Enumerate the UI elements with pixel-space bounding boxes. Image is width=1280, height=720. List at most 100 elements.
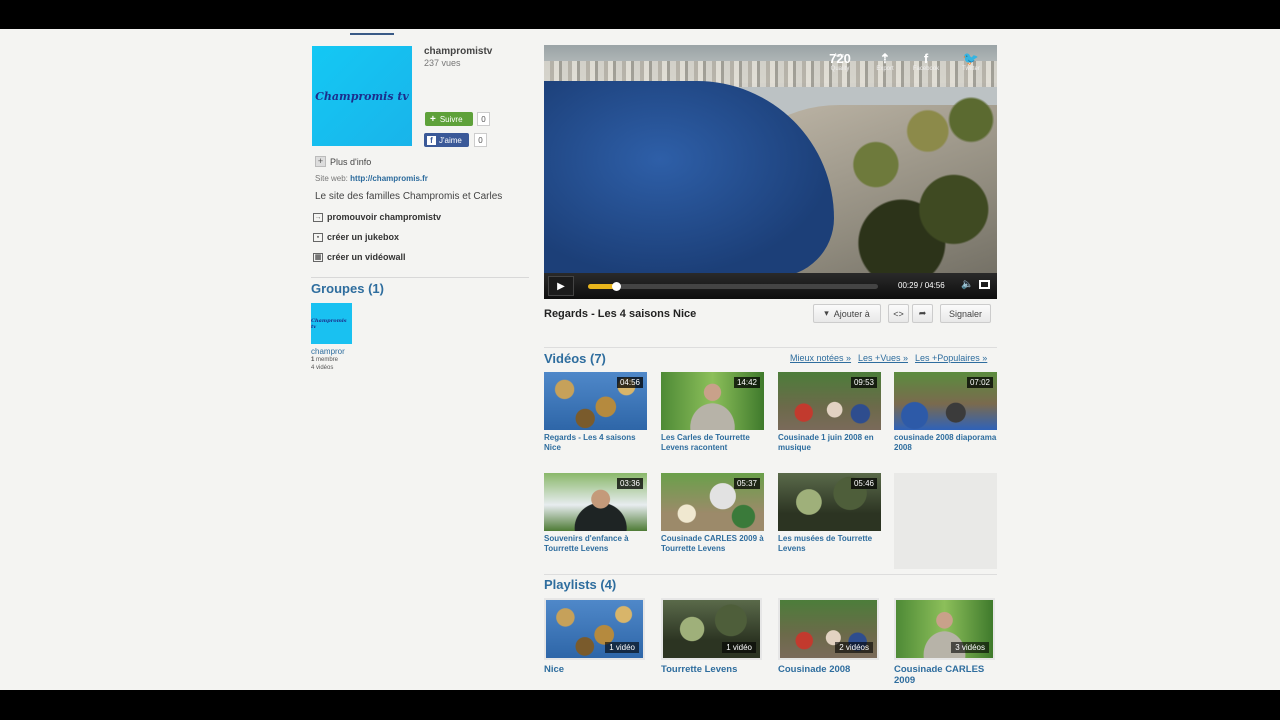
embed-icon: <>: [893, 308, 904, 319]
sort-most-viewed-link[interactable]: Les +Vues »: [858, 353, 908, 363]
promote-icon: →: [313, 212, 323, 222]
playlist-count: 1 vidéo: [605, 642, 639, 653]
play-icon: ▶: [557, 280, 565, 292]
facebook-label: Facebook: [912, 66, 940, 72]
report-button[interactable]: Signaler: [940, 304, 991, 323]
video-caption[interactable]: Regards - Les 4 saisons Nice: [544, 433, 648, 452]
sort-links: Mieux notées » Les +Vues » Les +Populair…: [790, 353, 987, 363]
playlist-card[interactable]: 2 vidéos Cousinade 2008: [778, 598, 882, 675]
video-card[interactable]: 09:53 Cousinade 1 juin 2008 en musique: [778, 372, 882, 452]
follow-button[interactable]: + Suivre: [425, 112, 473, 126]
playlist-thumbnail[interactable]: 3 vidéos: [894, 598, 995, 660]
playlist-caption[interactable]: Cousinade 2008: [778, 664, 882, 675]
video-caption[interactable]: cousinade 2008 diaporama 2008: [894, 433, 998, 452]
embed-button[interactable]: <>: [888, 304, 909, 323]
fullscreen-icon[interactable]: [979, 280, 990, 289]
jukebox-icon: ▪: [313, 232, 323, 242]
add-to-button[interactable]: ▾ Ajouter à: [813, 304, 881, 323]
video-thumbnail[interactable]: 07:02: [894, 372, 997, 430]
video-frame-sea: [544, 81, 834, 277]
group-members-label: membre: [316, 357, 339, 363]
progress-bar[interactable]: [588, 282, 878, 291]
more-info-label: Plus d'info: [330, 156, 372, 167]
group-name[interactable]: champror: [311, 347, 345, 356]
progress-handle[interactable]: [612, 282, 622, 291]
group-thumbnail[interactable]: Champromis tv: [311, 303, 352, 344]
video-duration: 05:46: [850, 478, 877, 489]
group-members: 1 membre: [311, 357, 338, 363]
chevron-down-icon: ▾: [824, 308, 829, 318]
video-player[interactable]: Auto 720 Quality ⇡ Export f Facebook 🐦 T…: [544, 45, 997, 299]
group-videos: 4 vidéos: [311, 365, 334, 371]
like-label: J'aime: [439, 135, 462, 145]
time-display: 00:29 / 04:56: [898, 281, 945, 290]
promote-channel-link[interactable]: → promouvoir champromistv: [313, 212, 441, 222]
video-card[interactable]: 05:37 Cousinade CARLES 2009 à Tourrette …: [661, 473, 765, 553]
quality-icon: 720: [829, 51, 851, 66]
sort-best-rated-link[interactable]: Mieux notées »: [790, 353, 851, 363]
video-caption[interactable]: Souvenirs d'enfance à Tourrette Levens: [544, 534, 648, 553]
playlist-thumbnail[interactable]: 1 vidéo: [544, 598, 645, 660]
video-thumbnail[interactable]: 05:46: [778, 473, 881, 531]
website-label: Site web:: [315, 174, 348, 183]
video-caption[interactable]: Les Carles de Tourrette Levens racontent: [661, 433, 765, 452]
videowall-label: créer un vidéowall: [327, 252, 406, 262]
video-card[interactable]: 05:46 Les musées de Tourrette Levens: [778, 473, 882, 553]
playlist-caption[interactable]: Cousinade CARLES 2009: [894, 664, 998, 686]
sort-most-popular-link[interactable]: Les +Populaires »: [915, 353, 987, 363]
playlist-caption[interactable]: Nice: [544, 664, 648, 675]
video-thumbnail[interactable]: 03:36: [544, 473, 647, 531]
playlist-thumbnail[interactable]: 1 vidéo: [661, 598, 762, 660]
playlist-card[interactable]: 3 vidéos Cousinade CARLES 2009: [894, 598, 998, 686]
video-caption[interactable]: Cousinade CARLES 2009 à Tourrette Levens: [661, 534, 765, 553]
active-tab-indicator: [350, 33, 394, 35]
more-info-toggle[interactable]: + Plus d'info: [315, 156, 371, 167]
share-button[interactable]: ➦: [912, 304, 933, 323]
video-duration: 04:56: [616, 377, 643, 388]
divider: [544, 347, 997, 348]
twitter-label: Twitter: [962, 66, 980, 72]
create-jukebox-link[interactable]: ▪ créer un jukebox: [313, 232, 399, 242]
video-caption[interactable]: Les musées de Tourrette Levens: [778, 534, 882, 553]
playlist-caption[interactable]: Tourrette Levens: [661, 664, 765, 675]
create-videowall-link[interactable]: ▦ créer un vidéowall: [313, 252, 406, 262]
facebook-like-button[interactable]: f J'aime: [424, 133, 469, 147]
video-thumbnail[interactable]: 14:42: [661, 372, 764, 430]
video-caption[interactable]: Cousinade 1 juin 2008 en musique: [778, 433, 882, 452]
video-thumbnail[interactable]: 09:53: [778, 372, 881, 430]
website-link[interactable]: http://champromis.fr: [350, 174, 428, 183]
twitter-icon: 🐦: [962, 51, 980, 66]
video-card[interactable]: 04:56 Regards - Les 4 saisons Nice: [544, 372, 648, 452]
quality-label: Quality: [830, 66, 850, 72]
groups-title: Groupes (1): [311, 281, 384, 296]
video-card[interactable]: 14:42 Les Carles de Tourrette Levens rac…: [661, 372, 765, 452]
twitter-share-button[interactable]: 🐦 Twitter: [954, 51, 988, 72]
play-button[interactable]: ▶: [548, 276, 574, 296]
video-thumbnail[interactable]: 04:56: [544, 372, 647, 430]
playlist-count: 1 vidéo: [722, 642, 756, 653]
follow-label: Suivre: [439, 114, 463, 124]
video-card[interactable]: 03:36 Souvenirs d'enfance à Tourrette Le…: [544, 473, 648, 553]
player-controls: ▶ 00:29 / 04:56 🔈: [544, 273, 997, 299]
channel-name[interactable]: champromistv: [424, 46, 492, 57]
playlist-card[interactable]: 1 vidéo Tourrette Levens: [661, 598, 765, 675]
page: Champromis tv champromistv 237 vues + Su…: [0, 29, 1280, 690]
video-card[interactable]: 07:02 cousinade 2008 diaporama 2008: [894, 372, 998, 452]
playlist-thumbnail[interactable]: 2 vidéos: [778, 598, 879, 660]
video-duration: 07:02: [966, 377, 993, 388]
playlist-card[interactable]: 1 vidéo Nice: [544, 598, 648, 675]
like-count: 0: [474, 133, 487, 147]
video-duration: 09:53: [850, 377, 877, 388]
video-frame-tree: [824, 75, 997, 299]
facebook-share-button[interactable]: f Facebook: [909, 51, 943, 72]
video-thumbnail[interactable]: 05:37: [661, 473, 764, 531]
channel-avatar[interactable]: Champromis tv: [312, 46, 412, 146]
volume-icon[interactable]: 🔈: [961, 279, 973, 290]
export-icon: ⇡: [879, 51, 891, 66]
videos-section-title: Vidéos (7): [544, 351, 606, 366]
group-logo-text: Champromis tv: [311, 317, 347, 330]
export-button[interactable]: ⇡ Export: [868, 51, 902, 72]
export-label: Export: [876, 66, 894, 72]
quality-button[interactable]: 720 Quality: [823, 51, 857, 72]
promote-label: promouvoir champromistv: [327, 212, 442, 222]
